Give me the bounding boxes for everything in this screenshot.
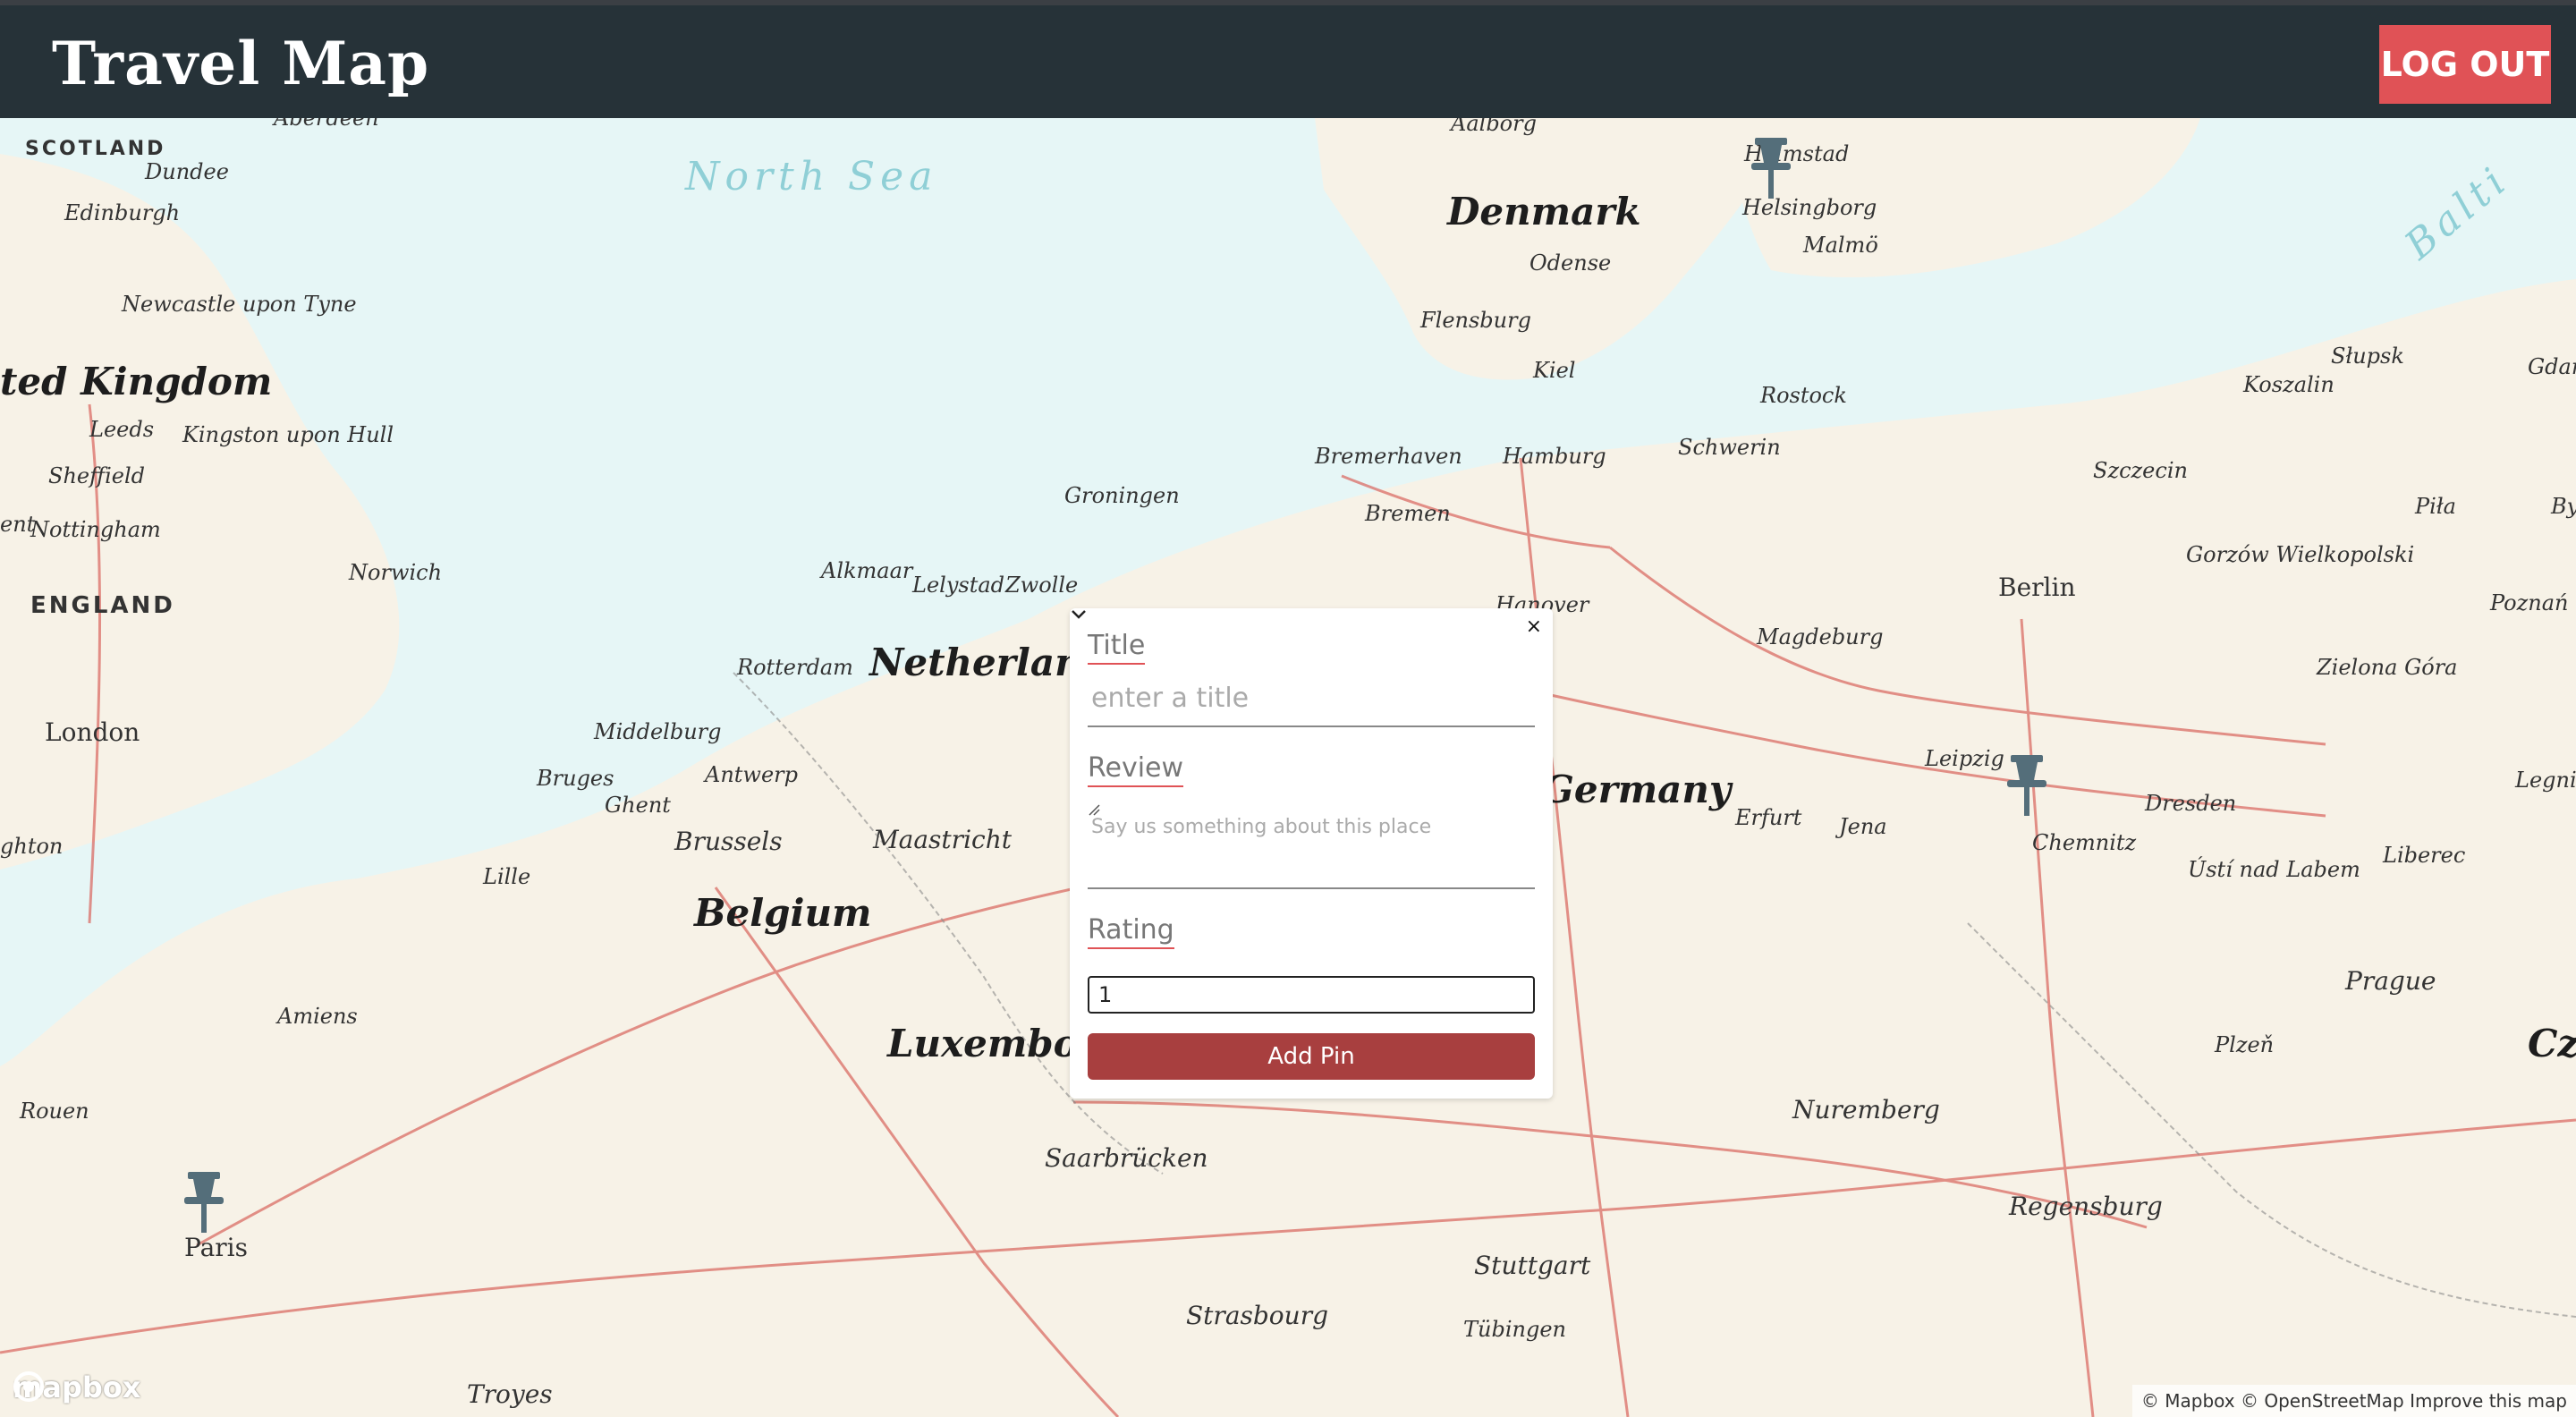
city-label: Rouen (20, 1099, 89, 1124)
region-label: SCOTLAND (25, 138, 166, 160)
city-label: ghton (0, 834, 64, 859)
map-attribution[interactable]: © Mapbox © OpenStreetMap Improve this ma… (2131, 1385, 2576, 1417)
country-label: Germany (1542, 768, 1732, 811)
city-label: By (2551, 494, 2576, 519)
app-title: Travel Map (52, 29, 430, 98)
city-label: Norwich (349, 560, 443, 585)
city-label: Prague (2345, 966, 2436, 996)
city-label: Lelystad (912, 573, 1005, 598)
country-label: Belgium (694, 891, 872, 935)
city-label: Nuremberg (1792, 1095, 1940, 1124)
city-label: Bremen (1365, 501, 1451, 526)
capital-label: Paris (184, 1233, 248, 1262)
city-label: Troyes (467, 1379, 553, 1409)
city-label: Lille (483, 864, 531, 889)
add-pin-button[interactable]: Add Pin (1088, 1033, 1535, 1080)
city-label: Magdeburg (1757, 624, 1884, 649)
city-label: Piła (2415, 494, 2456, 519)
city-label: Poznań (2490, 590, 2569, 615)
city-label: Strasbourg (1186, 1301, 1329, 1330)
city-label: Ústí nad Labem (2188, 857, 2360, 882)
country-label: Denmark (1447, 190, 1641, 233)
city-label: Gorzów Wielkopolski (2186, 542, 2415, 567)
city-label: Zielona Góra (2317, 655, 2458, 680)
review-textarea[interactable]: Say us something about this place (1088, 803, 1535, 889)
city-label: Groningen (1064, 483, 1180, 508)
header-bar: Travel Map LOG OUT (0, 0, 2576, 118)
city-label: Nottingham (30, 517, 161, 542)
city-label: Edinburgh (64, 200, 181, 225)
logout-button[interactable]: LOG OUT (2379, 25, 2551, 104)
city-label: Sheffield (48, 463, 146, 488)
map-canvas[interactable]: North Sea Balti Denmark Netherlands Germ… (0, 118, 2576, 1417)
review-label: Review (1088, 752, 1184, 787)
country-label: ted Kingdom (0, 360, 273, 403)
city-label: Słupsk (2331, 344, 2404, 369)
resize-handle-icon[interactable] (1088, 803, 1100, 816)
sea-label: North Sea (685, 154, 938, 199)
capital-label: London (45, 717, 140, 747)
city-label: Leipzig (1925, 746, 2004, 771)
city-label: Legnica (2515, 768, 2576, 793)
city-label: Malmö (1803, 233, 1878, 258)
city-label: Brussels (674, 827, 783, 856)
city-label: Kingston upon Hull (182, 422, 394, 447)
city-label: Gdańs (2528, 354, 2576, 379)
city-label: Alkmaar (821, 558, 913, 583)
country-label: Cze (2528, 1022, 2576, 1065)
add-pin-popup: × Title enter a title Review Say us some… (1070, 608, 1553, 1099)
city-label: Maastricht (873, 825, 1012, 854)
chevron-down-icon (1072, 610, 1086, 619)
city-label: Kiel (1533, 358, 1576, 383)
city-label: Stuttgart (1474, 1251, 1591, 1280)
city-label: Aberdeen (274, 118, 379, 131)
city-label: Bremerhaven (1315, 444, 1462, 469)
rating-value: 1 (1098, 982, 1113, 1007)
pin-icon[interactable] (179, 1170, 229, 1235)
rating-select[interactable]: 1 (1072, 610, 1535, 1014)
close-popup-button[interactable]: × (1526, 615, 1542, 638)
region-label: ENGLAND (30, 592, 175, 619)
title-label: Title (1088, 630, 1146, 665)
city-label: Rostock (1760, 383, 1847, 408)
city-label: Tübingen (1463, 1317, 1566, 1342)
city-label: Newcastle upon Tyne (122, 292, 357, 317)
city-label: Flensburg (1420, 308, 1531, 333)
city-label: Dundee (145, 159, 229, 184)
city-label: Amiens (277, 1004, 358, 1029)
city-label: Chemnitz (2032, 830, 2137, 855)
title-input[interactable]: enter a title (1088, 683, 1535, 727)
city-label: Szczecin (2093, 458, 2188, 483)
city-label: Antwerp (705, 762, 799, 787)
city-label: Regensburg (2009, 1192, 2163, 1221)
review-placeholder: Say us something about this place (1091, 816, 1432, 838)
city-label: ent (0, 512, 36, 537)
pin-icon[interactable] (2002, 753, 2052, 818)
city-label: Zwolle (1005, 573, 1079, 598)
city-label: Liberec (2383, 843, 2466, 868)
city-label: Hamburg (1503, 444, 1606, 469)
city-label: Rotterdam (737, 655, 853, 680)
city-label: Schwerin (1678, 435, 1781, 460)
city-label: Erfurt (1735, 805, 1802, 830)
city-label: Odense (1530, 250, 1612, 276)
city-label: Dresden (2145, 791, 2237, 816)
mapbox-logo[interactable]: mapbox (13, 1370, 140, 1404)
mapbox-icon (13, 1371, 44, 1402)
city-label: Aalborg (1451, 118, 1537, 136)
pin-icon[interactable] (1746, 136, 1796, 200)
city-label: Ghent (605, 793, 671, 818)
city-label: Jena (1839, 814, 1887, 839)
city-label: Leeds (89, 417, 155, 442)
city-label: Saarbrücken (1045, 1143, 1208, 1173)
capital-label: Berlin (1998, 573, 2076, 602)
city-label: Middelburg (594, 719, 722, 744)
rating-label: Rating (1088, 914, 1174, 949)
city-label: Plzeň (2215, 1032, 2275, 1057)
city-label: Bruges (537, 766, 614, 791)
city-label: Koszalin (2243, 372, 2334, 397)
